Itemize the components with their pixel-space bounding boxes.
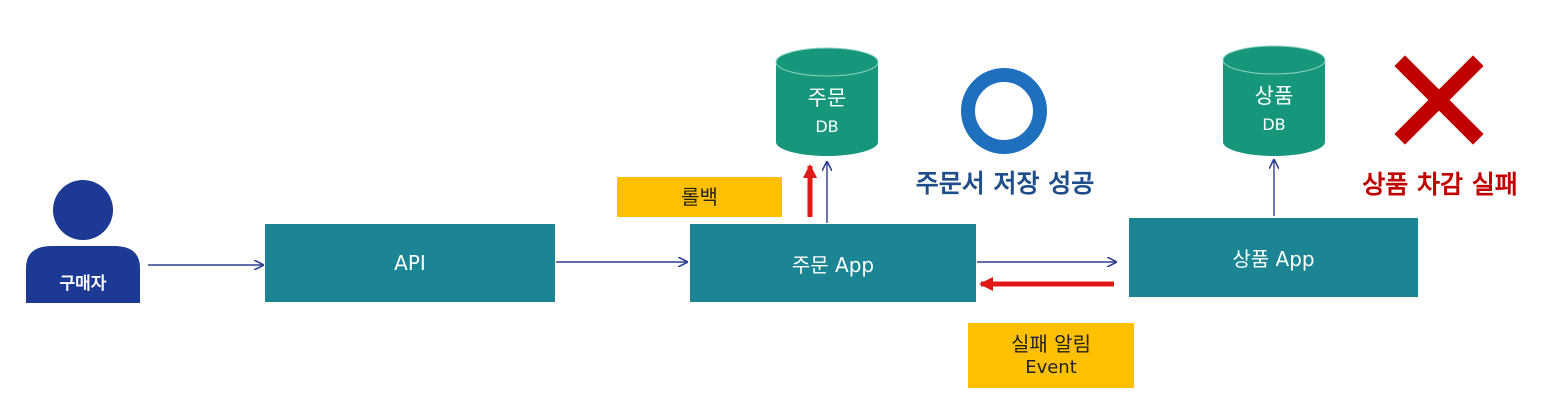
failure-x-icon bbox=[1394, 55, 1484, 145]
product-db-label: 상품 DB bbox=[1223, 78, 1325, 140]
order-db-name: 주문 bbox=[807, 86, 847, 111]
fail-notify-note: 실패 알림 Event bbox=[968, 323, 1134, 388]
product-app-box: 상품 App bbox=[1129, 218, 1418, 297]
rollback-note: 롤백 bbox=[617, 177, 782, 217]
product-db-type: DB bbox=[1262, 114, 1286, 134]
api-box: API bbox=[265, 224, 555, 302]
order-app-box: 주문 App bbox=[690, 224, 976, 302]
order-db-label: 주문 DB bbox=[776, 80, 878, 142]
rollback-note-text: 롤백 bbox=[681, 184, 718, 209]
order-db-type: DB bbox=[815, 116, 839, 136]
product-db-name: 상품 bbox=[1254, 84, 1294, 109]
buyer-label: 구매자 bbox=[59, 273, 107, 294]
fail-notify-title: 실패 알림 bbox=[1011, 331, 1091, 356]
success-circle-icon bbox=[961, 68, 1047, 154]
failure-status-text: 상품 차감 실패 bbox=[1362, 170, 1518, 199]
success-status-text: 주문서 저장 성공 bbox=[915, 169, 1095, 198]
fail-notify-subtitle: Event bbox=[1025, 356, 1077, 378]
